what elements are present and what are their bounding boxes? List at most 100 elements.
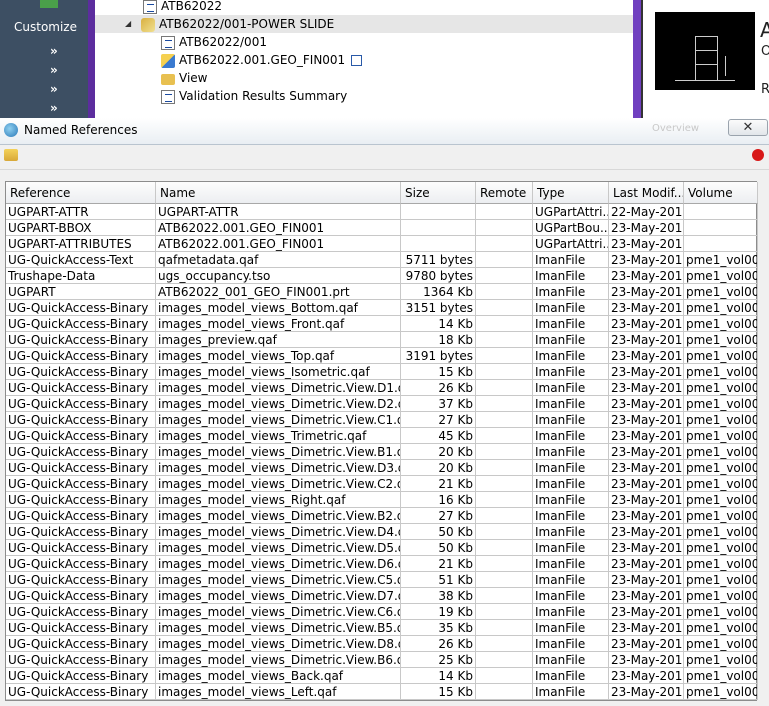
cell-last-modified: 23-May-201...	[609, 668, 684, 684]
table-row[interactable]: UG-QuickAccess-Binary images_model_views_…	[6, 524, 758, 540]
customize-link[interactable]: Customize	[14, 20, 77, 34]
table-row[interactable]: UG-QuickAccess-Binary images_model_views_…	[6, 556, 758, 572]
expand-chevron-icon[interactable]: »	[50, 44, 58, 58]
table-row[interactable]: UG-QuickAccess-Binary images_model_views_…	[6, 668, 758, 684]
table-row[interactable]: UG-QuickAccess-Binary images_model_views_…	[6, 540, 758, 556]
table-row[interactable]: UG-QuickAccess-Binary images_model_views_…	[6, 636, 758, 652]
cell-size: 14 Kb	[401, 668, 476, 684]
cell-last-modified: 23-May-201...	[609, 300, 684, 316]
cell-type: ImanFile	[533, 652, 609, 668]
close-button[interactable]: ✕	[728, 119, 768, 136]
table-row[interactable]: Trushape-Data ugs_occupancy.tso 9780 bytes…	[6, 268, 758, 284]
table-row[interactable]: UG-QuickAccess-Text qafmetadata.qaf 5711 b…	[6, 252, 758, 268]
table-row[interactable]: UG-QuickAccess-Binary images_model_views_…	[6, 492, 758, 508]
cell-size: 3191 bytes	[401, 348, 476, 364]
cell-remote	[476, 492, 533, 508]
table-row[interactable]: UG-QuickAccess-Binary images_model_views_…	[6, 684, 758, 700]
table-row[interactable]: UGPART-ATTRIBUTES ATB62022.001.GEO_FIN001…	[6, 236, 758, 252]
cell-type: ImanFile	[533, 588, 609, 604]
table-row[interactable]: UG-QuickAccess-Binary images_model_views_…	[6, 620, 758, 636]
cell-remote	[476, 412, 533, 428]
cell-reference: UG-QuickAccess-Binary	[6, 540, 156, 556]
cell-volume: pme1_vol005	[684, 556, 758, 572]
cell-name: images_model_views_Back.qaf	[156, 668, 401, 684]
cell-type: ImanFile	[533, 668, 609, 684]
table-row[interactable]: UG-QuickAccess-Binary images_model_views_…	[6, 412, 758, 428]
expand-chevron-icon[interactable]: »	[50, 82, 58, 96]
cell-size: 35 Kb	[401, 620, 476, 636]
cell-volume: pme1_vol005	[684, 316, 758, 332]
table-row[interactable]: UG-QuickAccess-Binary images_model_views_…	[6, 460, 758, 476]
tree-item[interactable]: Validation Results Summary	[161, 87, 347, 105]
table-row[interactable]: UGPART-BBOX ATB62022.001.GEO_FIN001 UGPart…	[6, 220, 758, 236]
cell-size: 21 Kb	[401, 556, 476, 572]
window-titlebar[interactable]: Named References Overview ✕	[0, 118, 769, 145]
table-row[interactable]: UG-QuickAccess-Binary images_model_views_…	[6, 380, 758, 396]
table-row[interactable]: UG-QuickAccess-Binary images_model_views_…	[6, 476, 758, 492]
expand-chevron-icon[interactable]: »	[50, 101, 58, 115]
column-header-remote[interactable]: Remote	[476, 182, 533, 204]
tree-item[interactable]: ATB62022/001	[161, 33, 267, 51]
cell-remote	[476, 652, 533, 668]
table-row[interactable]: UG-QuickAccess-Binary images_model_views_…	[6, 604, 758, 620]
cell-size: 20 Kb	[401, 460, 476, 476]
import-icon[interactable]	[4, 149, 18, 161]
cell-remote	[476, 620, 533, 636]
cell-name: images_model_views_Bottom.qaf	[156, 300, 401, 316]
table-row[interactable]: UG-QuickAccess-Binary images_model_views_…	[6, 572, 758, 588]
pin-icon[interactable]	[752, 149, 764, 161]
tree-item[interactable]: ATB62022.001.GEO_FIN001	[161, 51, 363, 69]
cell-type: UGPartAttri...	[533, 204, 609, 220]
cell-name: images_model_views_Dimetric.View.D5.qaf	[156, 540, 401, 556]
table-row[interactable]: UG-QuickAccess-Binary images_preview.qaf 1…	[6, 332, 758, 348]
document-icon	[161, 35, 175, 50]
tree-item[interactable]: ATB62022/001-POWER SLIDE	[141, 15, 334, 33]
cell-last-modified: 23-May-201...	[609, 332, 684, 348]
table-row[interactable]: UG-QuickAccess-Binary images_model_views_…	[6, 588, 758, 604]
cell-name: images_model_views_Trimetric.qaf	[156, 428, 401, 444]
table-row[interactable]: UGPART ATB62022_001_GEO_FIN001.prt 1364 Kb…	[6, 284, 758, 300]
cell-reference: UG-QuickAccess-Binary	[6, 332, 156, 348]
column-header-type[interactable]: Type	[533, 182, 609, 204]
table-row[interactable]: UG-QuickAccess-Binary images_model_views_…	[6, 444, 758, 460]
column-header-size[interactable]: Size	[401, 182, 476, 204]
cell-name: images_model_views_Dimetric.View.C1.qaf	[156, 412, 401, 428]
cell-type: ImanFile	[533, 268, 609, 284]
table-row[interactable]: UGPART-ATTR UGPART-ATTR UGPartAttri... 22-M…	[6, 204, 758, 220]
expand-chevron-icon[interactable]: »	[50, 63, 58, 77]
table-row[interactable]: UG-QuickAccess-Binary images_model_views_…	[6, 652, 758, 668]
cell-last-modified: 23-May-201...	[609, 620, 684, 636]
cell-remote	[476, 284, 533, 300]
column-header-last-modified[interactable]: Last Modif...	[609, 182, 684, 204]
table-row[interactable]: UG-QuickAccess-Binary images_model_views_…	[6, 300, 758, 316]
table-row[interactable]: UG-QuickAccess-Binary images_model_views_…	[6, 316, 758, 332]
cell-volume: pme1_vol005	[684, 444, 758, 460]
table-row[interactable]: UG-QuickAccess-Binary images_model_views_…	[6, 428, 758, 444]
cell-type: ImanFile	[533, 396, 609, 412]
tree-item[interactable]: View	[161, 69, 207, 87]
cell-type: ImanFile	[533, 460, 609, 476]
cell-reference: UG-QuickAccess-Binary	[6, 428, 156, 444]
item-revision-icon	[141, 17, 155, 32]
cell-type: ImanFile	[533, 620, 609, 636]
cell-size	[401, 220, 476, 236]
cell-reference: UGPART-ATTRIBUTES	[6, 236, 156, 252]
cell-type: ImanFile	[533, 684, 609, 700]
table-row[interactable]: UG-QuickAccess-Binary images_model_views_…	[6, 396, 758, 412]
cell-last-modified: 23-May-201...	[609, 476, 684, 492]
cell-remote	[476, 300, 533, 316]
cell-last-modified: 23-May-201...	[609, 236, 684, 252]
table-row[interactable]: UG-QuickAccess-Binary images_model_views_…	[6, 508, 758, 524]
cell-reference: UG-QuickAccess-Binary	[6, 476, 156, 492]
cell-name: images_model_views_Dimetric.View.D6.qaf	[156, 556, 401, 572]
column-header-name[interactable]: Name	[156, 182, 401, 204]
column-header-reference[interactable]: Reference	[6, 182, 156, 204]
cell-name: images_model_views_Isometric.qaf	[156, 364, 401, 380]
tree-collapse-icon[interactable]: ◢	[125, 19, 131, 28]
table-row[interactable]: UG-QuickAccess-Binary images_model_views_…	[6, 348, 758, 364]
cell-last-modified: 23-May-201...	[609, 604, 684, 620]
cell-remote	[476, 572, 533, 588]
tree-item[interactable]: ATB62022	[143, 0, 222, 15]
column-header-volume[interactable]: Volume	[684, 182, 758, 204]
table-row[interactable]: UG-QuickAccess-Binary images_model_views_…	[6, 364, 758, 380]
